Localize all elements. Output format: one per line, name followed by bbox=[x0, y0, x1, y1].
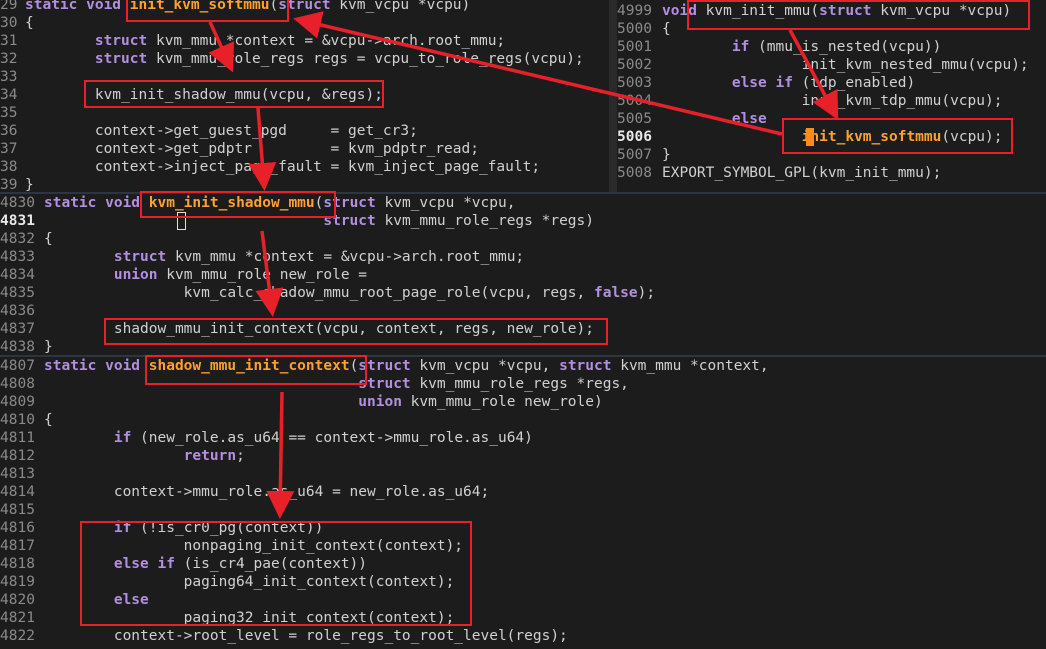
arrow-softmmu-def-to-body bbox=[208, 21, 235, 73]
annotation-arrows bbox=[208, 11, 839, 519]
arrow-shadow-mmu-call-to-def bbox=[248, 107, 277, 191]
arrow-init-context-def-to-branch bbox=[266, 391, 295, 519]
arrow-kvm-init-mmu-to-softmmu-call bbox=[788, 29, 839, 121]
arrow-softmmu-call-to-def bbox=[293, 11, 783, 136]
arrow-shadow-mmu-def-to-init-context-call bbox=[255, 230, 284, 317]
